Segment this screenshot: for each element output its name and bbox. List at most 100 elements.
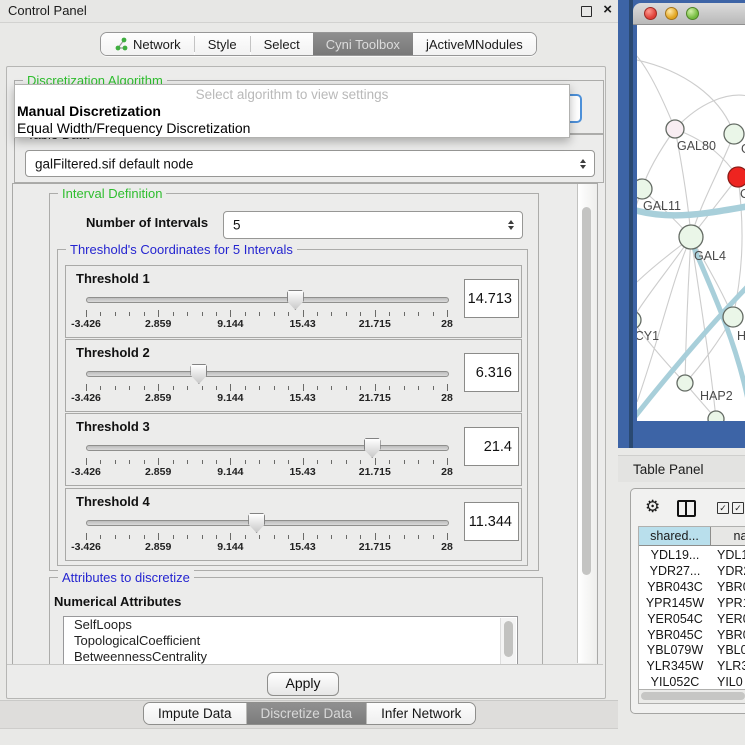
close-icon[interactable]: × (603, 1, 612, 18)
tick-label: 15.43 (289, 392, 315, 404)
threshold-3-slider-track[interactable] (86, 445, 449, 451)
apply-button[interactable]: Apply (267, 672, 339, 696)
tick-label: 15.43 (289, 466, 315, 478)
gear-icon[interactable]: ⚙ (645, 497, 660, 517)
tab-network[interactable]: Network (101, 33, 194, 55)
algorithm-option-equal-width[interactable]: Equal Width/Frequency Discretization (17, 120, 250, 136)
threshold-3-slider-thumb[interactable] (364, 438, 381, 458)
tab-jactivemnodules[interactable]: jActiveMNodules (413, 33, 536, 55)
tick-mark (144, 460, 145, 464)
tick-mark (100, 386, 101, 390)
tab-impute-data[interactable]: Impute Data (144, 703, 246, 724)
attributes-scrollbar-thumb[interactable] (504, 621, 513, 657)
tick-mark (187, 460, 188, 464)
panel-title: Control Panel (8, 3, 87, 18)
horizontal-scrollbar-thumb[interactable] (641, 692, 745, 700)
tick-mark (144, 386, 145, 390)
threshold-1-slider-thumb[interactable] (287, 290, 304, 310)
threshold-2-slider-thumb[interactable] (190, 364, 207, 384)
column-header-na[interactable]: na (711, 527, 745, 546)
tick-mark (86, 384, 87, 391)
tick-mark (433, 460, 434, 464)
tick-label: 2.859 (145, 318, 171, 330)
threshold-1-slider-track[interactable] (86, 297, 449, 303)
table-row[interactable]: YDL19...YDL1 (639, 548, 745, 564)
tick-mark (404, 460, 405, 464)
table-data-combobox[interactable]: galFiltered.sif default node (25, 150, 595, 177)
minimize-traffic-light[interactable] (665, 7, 678, 20)
table-row[interactable]: YER054CYER0 (639, 612, 745, 628)
tab-style[interactable]: Style (195, 33, 250, 55)
network-node-gcy1[interactable] (637, 311, 641, 329)
zoom-traffic-light[interactable] (686, 7, 699, 20)
threshold-1-value-field[interactable]: 14.713 (464, 279, 519, 318)
tick-mark (433, 312, 434, 316)
node-label-hap2: HAP2 (700, 389, 733, 403)
threshold-2-value-field[interactable]: 6.316 (464, 353, 519, 392)
tick-mark (433, 535, 434, 539)
tick-mark (288, 312, 289, 316)
tab-discretize-data[interactable]: Discretize Data (246, 703, 367, 724)
split-columns-icon[interactable] (677, 500, 696, 517)
network-node-gal80[interactable] (666, 120, 684, 138)
threshold-2-panel: Threshold 2-3.4262.8599.14415.4321.71528… (65, 339, 522, 412)
threshold-1-value: 14.713 (468, 291, 512, 307)
tick-mark (288, 460, 289, 464)
network-node-ga[interactable] (724, 124, 744, 144)
tick-mark (375, 384, 376, 391)
tab-cyni-toolbox[interactable]: Cyni Toolbox (313, 33, 413, 55)
checkbox-icon[interactable]: ✓ (732, 502, 744, 514)
tab-label: jActiveMNodules (426, 37, 523, 52)
tick-mark (274, 460, 275, 464)
tick-mark (230, 310, 231, 317)
threshold-1-panel: Threshold 1-3.4262.8599.14415.4321.71528… (65, 265, 522, 338)
numerical-attributes-list[interactable]: SelfLoopsTopologicalCoefficientBetweenne… (63, 616, 518, 666)
threshold-4-slider-thumb[interactable] (248, 513, 265, 533)
tick-mark (346, 460, 347, 464)
tick-mark (144, 535, 145, 539)
tick-mark (115, 535, 116, 539)
threshold-2-slider-track[interactable] (86, 371, 449, 377)
node-attribute-table[interactable]: shared...naYDL19...YDL1YDR27...YDR2YBR04… (638, 526, 745, 691)
cell-shared-name: YDL19... (639, 548, 711, 562)
table-row[interactable]: YBR045CYBR0 (639, 628, 745, 644)
attribute-item-topologicalcoefficient[interactable]: TopologicalCoefficient (64, 633, 517, 649)
table-row[interactable]: YBR043CYBR0 (639, 580, 745, 596)
column-header-shared[interactable]: shared... (639, 527, 711, 546)
threshold-4-slider-track[interactable] (86, 520, 449, 526)
vertical-scrollbar-thumb[interactable] (582, 207, 591, 575)
algorithm-option-manual[interactable]: Manual Discretization (17, 103, 161, 119)
table-row[interactable]: YBL079WYBL0 (639, 643, 745, 659)
network-node[interactable] (708, 411, 724, 421)
close-traffic-light[interactable] (644, 7, 657, 20)
network-node-gal11[interactable] (637, 179, 652, 199)
attribute-item-betweennesscentrality[interactable]: BetweennessCentrality (64, 649, 517, 665)
vertical-scrollbar[interactable] (577, 184, 596, 663)
tick-mark (216, 460, 217, 464)
cell-shared-name: YLR345W (639, 659, 711, 673)
table-row[interactable]: YDR27...YDR2 (639, 564, 745, 580)
attribute-item-selfloops[interactable]: SelfLoops (64, 617, 517, 633)
tab-select[interactable]: Select (251, 33, 313, 55)
tick-mark (389, 312, 390, 316)
tick-mark (389, 535, 390, 539)
network-node-gal4[interactable] (679, 225, 703, 249)
table-row[interactable]: YLR345WYLR3 (639, 659, 745, 675)
network-node-h[interactable] (723, 307, 743, 327)
float-window-icon[interactable] (581, 6, 592, 17)
checkbox-icon[interactable]: ✓ (717, 502, 729, 514)
attributes-list-scrollbar[interactable] (500, 618, 516, 666)
tick-label: 15.43 (289, 541, 315, 553)
horizontal-scrollbar[interactable] (638, 689, 745, 704)
number-of-intervals-combobox[interactable]: 5 (223, 211, 523, 239)
threshold-4-value-field[interactable]: 11.344 (464, 502, 519, 541)
tab-infer-network[interactable]: Infer Network (366, 703, 475, 724)
network-canvas[interactable]: GAL80GACGAL11GAL4HGCY1HAP2 (637, 25, 745, 421)
table-data-group: Table Data galFiltered.sif default node (14, 134, 604, 183)
tick-mark (360, 312, 361, 316)
network-node-hap2[interactable] (677, 375, 693, 391)
network-node-c[interactable] (728, 167, 745, 187)
table-row[interactable]: YPR145WYPR1 (639, 596, 745, 612)
threshold-3-value-field[interactable]: 21.4 (464, 427, 519, 466)
node-label-ga: GA (741, 142, 745, 156)
